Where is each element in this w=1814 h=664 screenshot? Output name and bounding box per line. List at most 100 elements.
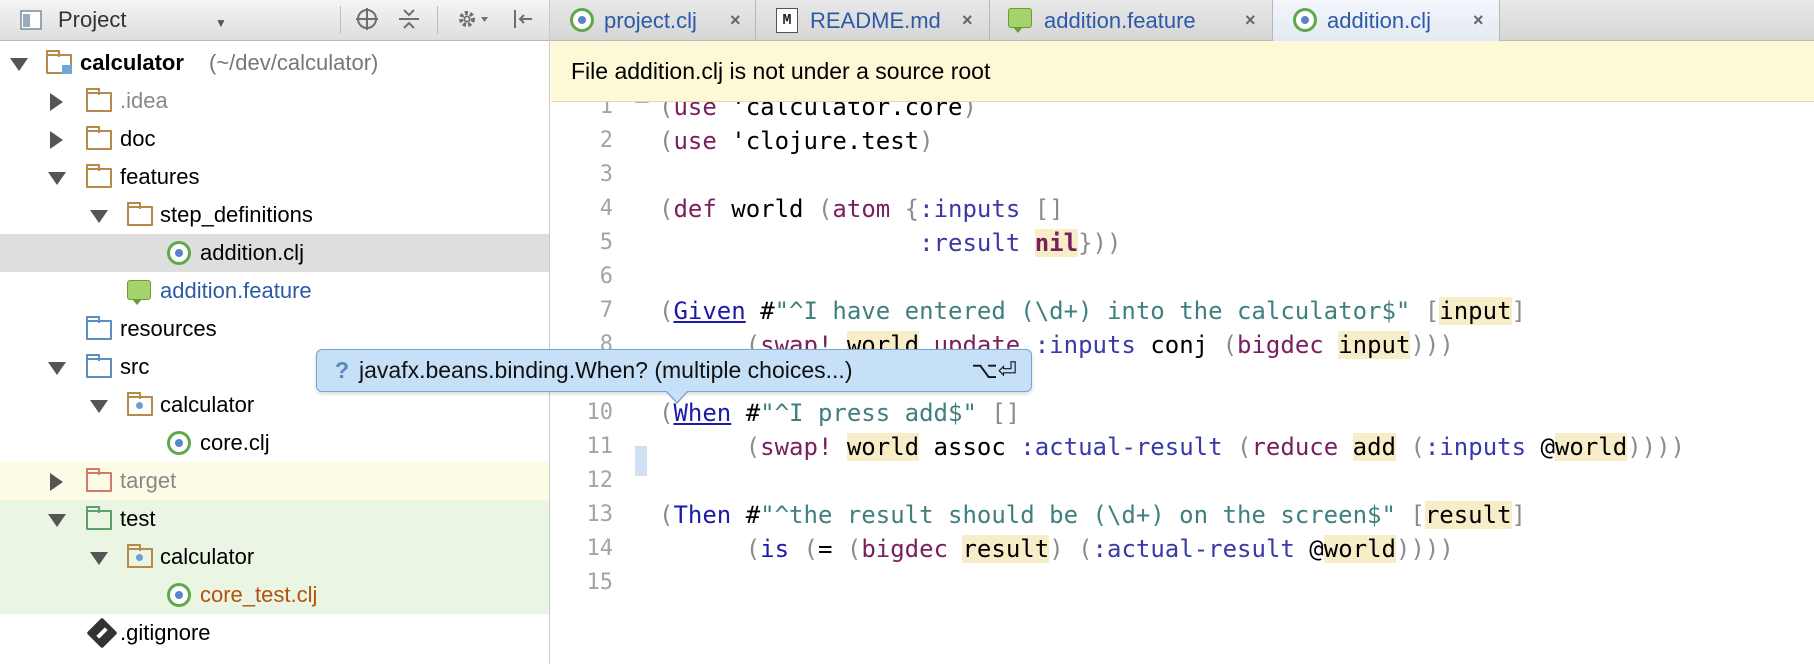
line-number: 14 (586, 536, 614, 561)
code-line: (is (= (bigdec result) (:actual-result @… (745, 535, 1454, 563)
clojure-file-icon (167, 241, 191, 265)
tree-item-label: target (120, 468, 177, 493)
root-name: calculator (80, 50, 184, 75)
close-icon[interactable]: × (730, 0, 741, 41)
tree-item-test[interactable]: test (0, 500, 549, 538)
folder-icon (86, 126, 112, 150)
close-icon[interactable]: × (1473, 0, 1484, 41)
line-number: 5 (599, 230, 613, 255)
line-number: 12 (586, 468, 614, 493)
chevron-down-icon[interactable] (88, 395, 108, 415)
chevron-right-icon[interactable] (46, 91, 66, 111)
notification-text: File addition.clj is not under a source … (571, 58, 991, 84)
feature-file-icon (1008, 8, 1032, 33)
feature-file-icon (127, 280, 151, 305)
tree-root-calculator[interactable]: calculator (~/dev/calculator) (0, 44, 549, 82)
chevron-down-icon[interactable]: ▼ (215, 16, 227, 30)
tree-item-label: doc (120, 126, 156, 151)
tab-readme-md[interactable]: M README.md × (756, 0, 990, 41)
caret-line-marker (635, 446, 647, 476)
import-suggestion-text: javafx.beans.binding.When? (multiple cho… (359, 357, 853, 383)
tree-item-target[interactable]: target (0, 462, 549, 500)
line-number: 6 (599, 264, 613, 289)
chevron-down-icon[interactable] (88, 547, 108, 567)
tab-label: README.md (810, 8, 941, 33)
target-icon[interactable] (355, 7, 379, 37)
chevron-down-icon[interactable] (46, 167, 66, 187)
tree-item-idea[interactable]: .idea (0, 82, 549, 120)
gear-icon[interactable] (455, 7, 491, 37)
tree-item-step-definitions[interactable]: step_definitions (0, 196, 549, 234)
toolbar-divider (437, 6, 438, 34)
tree-item-core-clj[interactable]: core.clj (0, 424, 549, 462)
line-number: 15 (586, 570, 614, 595)
chevron-right-icon[interactable] (46, 471, 66, 491)
close-icon[interactable]: × (962, 0, 973, 41)
tree-item-label: test (120, 506, 156, 531)
git-file-icon (86, 617, 118, 649)
excluded-folder-icon (86, 468, 112, 492)
markdown-file-icon: M (776, 8, 798, 33)
collapse-all-icon[interactable] (397, 7, 421, 37)
close-icon[interactable]: × (1245, 0, 1256, 41)
root-path: (~/dev/calculator) (209, 50, 379, 75)
tree-item-label: step_definitions (160, 202, 313, 227)
tree-item-features[interactable]: features (0, 158, 549, 196)
tab-label: project.clj (604, 8, 697, 33)
auto-import-popup[interactable]: ? javafx.beans.binding.When? (multiple c… (316, 349, 1032, 404)
tree-item-gitignore[interactable]: .gitignore (0, 614, 549, 652)
project-tool-window: Project ▼ calculator (~/dev/calculator) … (0, 0, 550, 664)
code-line: (use 'clojure.test) (659, 127, 934, 155)
tree-item-label: calculator (160, 392, 255, 417)
tree-item-resources[interactable]: resources (0, 310, 549, 348)
chevron-down-icon[interactable] (46, 357, 66, 377)
line-number: 10 (586, 400, 614, 425)
code-line: (When #"^I press add$" [] (659, 399, 1021, 427)
source-root-notification: File addition.clj is not under a source … (551, 41, 1814, 102)
source-folder-icon (86, 354, 112, 378)
chevron-down-icon[interactable] (88, 205, 108, 225)
tree-item-label: resources (120, 316, 217, 341)
tree-item-addition-feature[interactable]: addition.feature (0, 272, 549, 310)
tab-label: addition.feature (1044, 8, 1196, 33)
tree-item-label: calculator (160, 544, 255, 569)
tree-item-doc[interactable]: doc (0, 120, 549, 158)
editor-tab-bar: project.clj × M README.md × addition.fea… (550, 0, 1814, 42)
toolbar-divider (340, 6, 341, 34)
clojure-file-icon (570, 8, 594, 32)
tree-item-label: core.clj (200, 430, 270, 455)
tree-item-test-calculator[interactable]: calculator (0, 538, 549, 576)
package-icon (127, 392, 153, 416)
hide-panel-icon[interactable] (512, 7, 534, 37)
chevron-down-icon[interactable] (46, 509, 66, 529)
fold-marker-icon[interactable] (635, 102, 649, 103)
chevron-right-icon[interactable] (46, 129, 66, 149)
clojure-file-icon (167, 583, 191, 607)
line-number: 2 (599, 128, 613, 153)
tree-item-label: .gitignore (120, 620, 211, 645)
tab-addition-clj[interactable]: addition.clj × (1273, 0, 1500, 42)
code-line: (def world (atom {:inputs [] (659, 195, 1064, 223)
project-view-selector[interactable]: Project (58, 7, 126, 33)
code-line: (swap! world assoc :actual-result (reduc… (745, 433, 1685, 461)
chevron-down-icon[interactable] (8, 53, 28, 73)
tab-project-clj[interactable]: project.clj × (550, 0, 756, 41)
project-view-icon (20, 10, 42, 30)
folder-icon (86, 88, 112, 112)
line-number: 4 (599, 196, 613, 221)
clojure-file-icon (167, 431, 191, 455)
module-folder-icon (46, 50, 72, 74)
tree-item-core-test-clj[interactable]: core_test.clj (0, 576, 549, 614)
package-icon (127, 544, 153, 568)
tree-item-label: addition.clj (200, 240, 304, 265)
code-line: :result nil})) (919, 229, 1122, 257)
project-toolbar: Project ▼ (0, 0, 549, 41)
popup-pointer (665, 390, 689, 404)
tab-addition-feature[interactable]: addition.feature × (990, 0, 1273, 41)
line-number: 1 (599, 102, 613, 119)
folder-icon (86, 164, 112, 188)
test-folder-icon (86, 506, 112, 530)
tree-item-addition-clj[interactable]: addition.clj (0, 234, 549, 272)
code-line: (Then #"^the result should be (\d+) on t… (659, 501, 1526, 529)
line-number: 7 (599, 298, 613, 323)
